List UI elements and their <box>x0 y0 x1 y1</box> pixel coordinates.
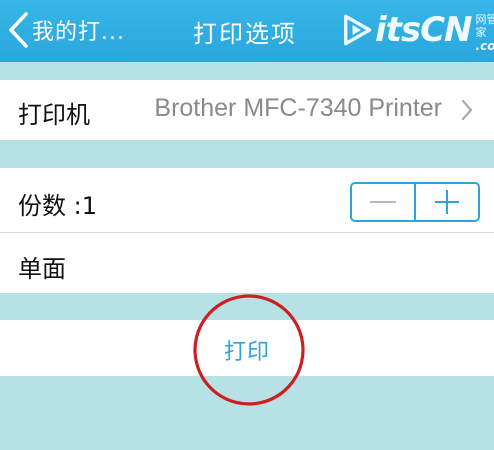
watermark-tagline: 网管之家 <box>475 13 494 39</box>
sides-label: 单面 <box>18 255 66 283</box>
copies-stepper <box>350 182 480 222</box>
bottom-spacer <box>0 376 494 450</box>
bitscn-logo-icon <box>344 14 372 46</box>
printer-value: Brother MFC-7340 Printer <box>154 94 442 122</box>
chevron-left-icon <box>9 12 28 48</box>
print-button[interactable]: 打印 <box>0 334 494 366</box>
decrement-button[interactable] <box>352 184 414 220</box>
minus-icon <box>370 201 396 203</box>
plus-icon <box>435 190 459 214</box>
printer-row[interactable]: 打印机 Brother MFC-7340 Printer <box>0 80 494 140</box>
watermark: itsCN 网管之家 .com <box>344 8 494 53</box>
back-button[interactable]: 我的打... <box>6 10 125 50</box>
copies-row: 份数 :1 <box>0 168 494 232</box>
watermark-domain: .com <box>475 39 494 53</box>
copies-label: 份数 :1 <box>18 192 97 220</box>
increment-button[interactable] <box>416 184 478 220</box>
printer-label: 打印机 <box>18 101 90 129</box>
sides-row[interactable]: 单面 <box>0 233 494 293</box>
back-button-label: 我的打... <box>32 20 125 45</box>
page-title: 打印选项 <box>193 20 297 48</box>
watermark-brand: itsCN <box>374 10 473 50</box>
navigation-bar: 我的打... 打印选项 itsCN 网管之家 .com <box>0 0 494 62</box>
print-row: 打印 <box>0 320 494 376</box>
chevron-right-icon <box>461 99 473 121</box>
